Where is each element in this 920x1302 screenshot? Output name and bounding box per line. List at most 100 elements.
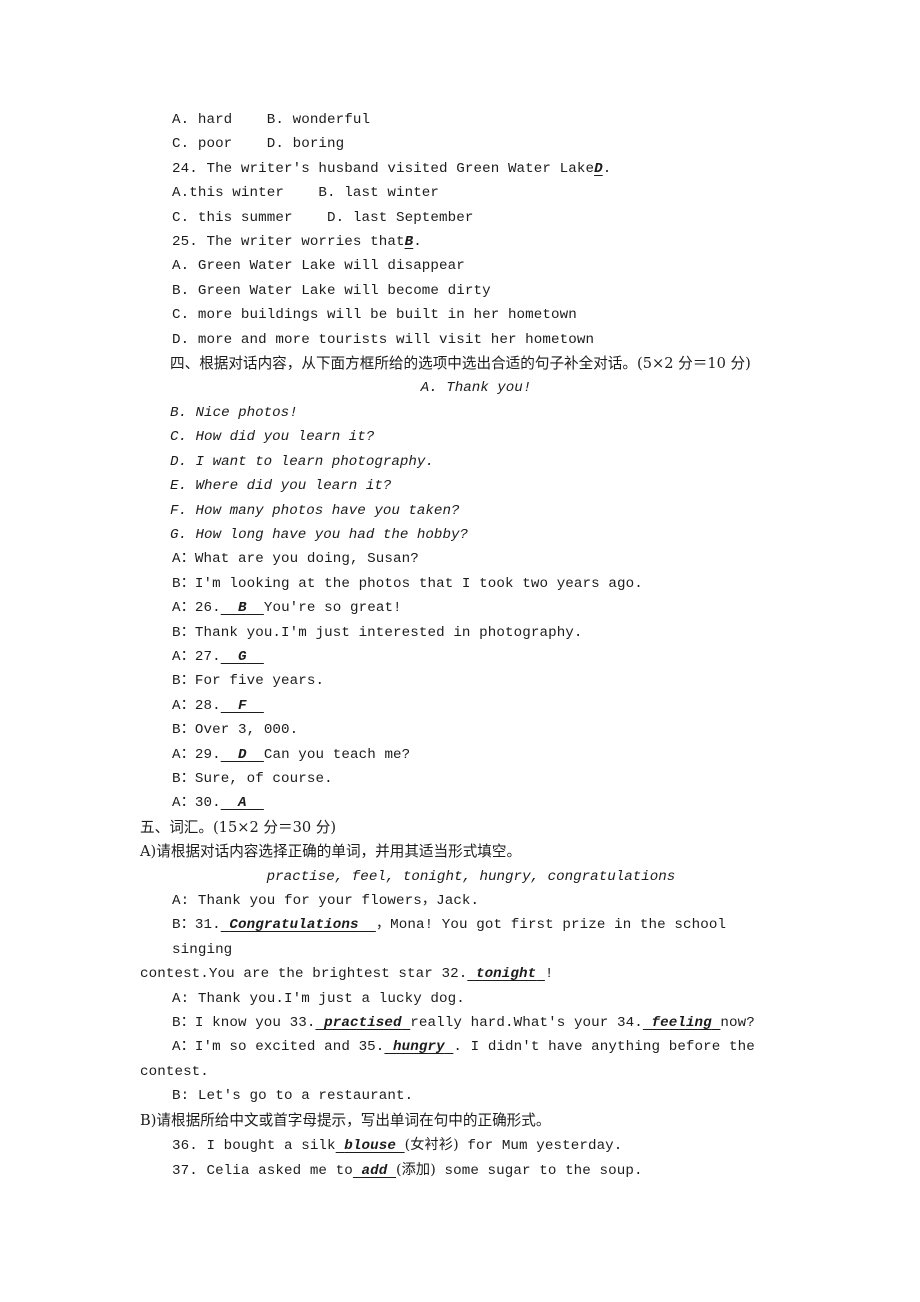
dialogue-line: B：For five years. [140, 669, 782, 693]
dialogue-speaker: B： [172, 575, 195, 592]
q37-prefix: 37. Celia asked me to [172, 1163, 353, 1180]
section-four-option-f: F. How many photos have you taken? [170, 502, 460, 519]
dialogue-line: A：29. D Can you teach me? [140, 743, 782, 767]
s5-l5-suffix: now? [720, 1015, 755, 1032]
q24-stem-tail: . [602, 160, 612, 177]
dialogue-text: For five years. [194, 673, 325, 690]
dialogue-speaker: A： [172, 551, 195, 568]
s5-dialogue-line-2: B：31. Congratulations ，Mona! You got fir… [140, 913, 782, 962]
question-25-stem: 25. The writer worries thatB. [140, 230, 782, 254]
dialogue-line: B：Over 3, 000. [140, 718, 782, 742]
dialogue-text: You're so great! [263, 600, 402, 617]
s5-answer-32: tonight [475, 966, 537, 983]
page-content: A. hard B. wonderful C. poor D. boring 2… [140, 108, 782, 1184]
q23-options-line-1: A. hard B. wonderful [172, 112, 371, 128]
section-four-option-a: A. Thank you! [420, 380, 532, 397]
q25-stem-text: 25. The writer worries that [172, 234, 405, 251]
dialogue-speaker: B： [172, 673, 195, 690]
q23-options-line-2: C. poor D. boring [172, 136, 345, 153]
section-four-option-b: B. Nice photos! [170, 404, 298, 421]
dialogue-line: A：30. A [140, 791, 782, 815]
q25-option-b: B. Green Water Lake will become dirty [172, 282, 491, 299]
dialogue-speaker: B： [172, 722, 195, 739]
s5-dialogue-line-3: contest.You are the brightest star 32. t… [140, 962, 782, 986]
s5-dialogue-line-4: A: Thank you.I'm just a lucky dog. [172, 990, 465, 1007]
dialogue-line: B：I'm looking at the photos that I took … [140, 572, 782, 596]
section-four-dialogue: A：What are you doing, Susan? B：I'm lookin… [140, 547, 782, 815]
section-four-option-c: C. How did you learn it? [170, 429, 375, 446]
dialogue-answer: B [237, 600, 247, 617]
q25-option-d: D. more and more tourists will visit her… [172, 331, 595, 348]
section-four-option-d: D. I want to learn photography. [170, 453, 434, 470]
q37-suffix: some sugar to the soup. [435, 1163, 643, 1180]
word-bank: practise, feel, tonight, hungry, congrat… [266, 868, 676, 885]
q36-answer: blouse [344, 1138, 396, 1155]
s5-answer-33: practised [324, 1015, 402, 1032]
dialogue-line: A：What are you doing, Susan? [140, 547, 782, 571]
s5-answer-34: feeling [651, 1015, 712, 1032]
dialogue-blank-number: 26. [194, 600, 221, 617]
s5-dialogue-line-6: A：I'm so excited and 35. hungry . I didn… [140, 1035, 782, 1059]
dialogue-text: Over 3, 000. [194, 722, 299, 739]
question-36: 36. I bought a silk blouse (女衬衫) for Mum… [140, 1133, 782, 1158]
s5-answer-35: hungry [393, 1039, 445, 1056]
q37-answer: add [361, 1163, 388, 1180]
question-37: 37. Celia asked me to add (添加) some suga… [140, 1158, 782, 1183]
question-24-stem: 24. The writer's husband visited Green W… [140, 157, 782, 181]
dialogue-blank-number: 27. [194, 648, 221, 665]
dialogue-speaker: A： [172, 697, 195, 714]
q24-options-line-1: A.this winter B. last winter [172, 185, 440, 202]
s5-l6-suffix: . I didn't have anything before the [453, 1039, 755, 1056]
s5-dialogue-line-8: B: Let's go to a restaurant. [172, 1088, 414, 1105]
dialogue-line: B：Thank you.I'm just interested in photo… [140, 621, 782, 645]
q36-prefix: 36. I bought a silk [172, 1138, 336, 1155]
section-five-part-b-instruction: B)请根据所给中文或首字母提示，写出单词在句中的正确形式。 [140, 1111, 551, 1129]
dialogue-speaker: A： [172, 648, 195, 665]
dialogue-speaker: B： [172, 624, 195, 641]
dialogue-blank-number: 30. [194, 795, 221, 812]
dialogue-blank-number: 29. [194, 746, 221, 763]
s5-l3-suffix: ! [544, 966, 554, 983]
q24-options-line-2: C. this summer D. last September [172, 209, 474, 226]
dialogue-answer: D [237, 746, 247, 763]
dialogue-answer: A [237, 795, 247, 812]
section-four-heading: 四、根据对话内容，从下面方框所给的选项中选出合适的句子补全对话。(5×2 分＝1… [170, 355, 751, 373]
q37-hint: (添加) [396, 1162, 436, 1179]
s5-l3-prefix: contest.You are the brightest star 32. [140, 966, 468, 983]
dialogue-speaker: B： [172, 770, 195, 787]
s5-l2-prefix: B：31. [172, 917, 221, 934]
dialogue-speaker: A： [172, 600, 195, 617]
dialogue-speaker: A： [172, 795, 195, 812]
dialogue-line: A：28. F [140, 694, 782, 718]
dialogue-text: Can you teach me? [263, 746, 411, 763]
q25-stem-tail: . [413, 234, 422, 251]
q24-stem-text: 24. The writer's husband visited Green W… [172, 160, 595, 177]
section-five-heading: 五、词汇。(15×2 分＝30 分) [140, 818, 337, 836]
q25-answer: B [404, 234, 414, 251]
dialogue-answer: G [237, 648, 247, 665]
dialogue-text: What are you doing, Susan? [194, 551, 419, 568]
dialogue-line: A：27. G [140, 645, 782, 669]
dialogue-speaker: A： [172, 746, 195, 763]
dialogue-answer: F [237, 697, 247, 714]
q36-hint: (女衬衫) [404, 1137, 459, 1154]
dialogue-text: Sure, of course. [194, 770, 333, 787]
q24-answer: D [594, 160, 603, 177]
section-four-option-g: G. How long have you had the hobby? [170, 526, 468, 543]
dialogue-line: A：26. B You're so great! [140, 596, 782, 620]
s5-answer-31: Congratulations [229, 917, 359, 934]
q25-option-c: C. more buildings will be built in her h… [172, 307, 577, 324]
s5-dialogue-line-5: B：I know you 33. practised really hard.W… [140, 1011, 782, 1035]
s5-l5-mid: really hard.What's your 34. [410, 1015, 643, 1032]
s5-dialogue-line-1: A: Thank you for your flowers，Jack. [172, 893, 480, 909]
section-four-option-e: E. Where did you learn it? [170, 478, 392, 495]
q25-option-a: A. Green Water Lake will disappear [172, 258, 465, 275]
q36-suffix: for Mum yesterday. [458, 1138, 623, 1155]
exam-page: A. hard B. wonderful C. poor D. boring 2… [0, 0, 920, 1302]
s5-dialogue-line-7: contest. [140, 1063, 209, 1080]
dialogue-blank-number: 28. [194, 697, 221, 714]
s5-l6-prefix: A：I'm so excited and 35. [172, 1039, 385, 1056]
dialogue-text: I'm looking at the photos that I took tw… [194, 575, 643, 592]
dialogue-line: B：Sure, of course. [140, 767, 782, 791]
s5-l5-prefix: B：I know you 33. [172, 1015, 316, 1032]
